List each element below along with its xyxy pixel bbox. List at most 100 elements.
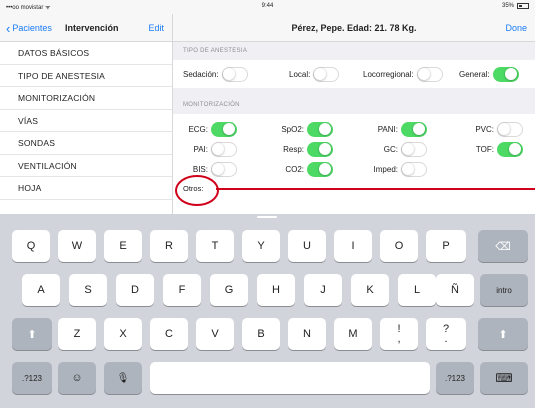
monitor-option: SpO2:: [281, 122, 333, 137]
key-c[interactable]: C: [150, 318, 188, 350]
option-label: PVC:: [475, 125, 494, 134]
key-b[interactable]: B: [242, 318, 280, 350]
section-item-datos-basicos[interactable]: DATOS BÁSICOS: [0, 42, 172, 65]
numbers-key-right[interactable]: .?123: [436, 362, 474, 394]
section-list: DATOS BÁSICOS TIPO DE ANESTESIA MONITORI…: [0, 42, 172, 200]
keyboard-grip: [257, 216, 277, 218]
shift-icon: ⬆: [27, 328, 37, 341]
shift-key-right[interactable]: ⬆: [478, 318, 528, 350]
key-n[interactable]: N: [288, 318, 326, 350]
emoji-icon: ☺: [71, 372, 83, 384]
anesthesia-option: Locorregional:: [363, 67, 443, 82]
key-glyph-bottom: ,: [397, 333, 401, 345]
emoji-key[interactable]: ☺: [58, 362, 96, 394]
section-item-vias[interactable]: VÍAS: [0, 110, 172, 132]
key-x[interactable]: X: [104, 318, 142, 350]
key-exclaim-comma-glyphs: ! ,: [397, 324, 401, 345]
section-item-ventilacion[interactable]: VENTILACIÓN: [0, 155, 172, 177]
monitor-option: CO2:: [285, 162, 333, 177]
locorregional-switch[interactable]: [416, 67, 443, 82]
section-item-sondas[interactable]: SONDAS: [0, 132, 172, 155]
otros-input[interactable]: [216, 188, 535, 190]
key-v[interactable]: V: [196, 318, 234, 350]
detail-nav-bar: Pérez, Pepe. Edad: 21. 78 Kg. Done: [173, 14, 535, 42]
section-item-hoja[interactable]: HOJA: [0, 177, 172, 200]
resp-switch[interactable]: [307, 142, 333, 157]
key-enye[interactable]: Ñ: [436, 274, 474, 306]
backspace-key[interactable]: ⌫: [478, 230, 528, 262]
key-u[interactable]: U: [288, 230, 326, 262]
key-z[interactable]: Z: [58, 318, 96, 350]
chevron-left-icon: ‹: [6, 20, 11, 36]
key-m[interactable]: M: [334, 318, 372, 350]
key-s[interactable]: S: [69, 274, 107, 306]
back-button[interactable]: ‹ Pacientes: [6, 20, 52, 36]
co2-switch[interactable]: [307, 162, 333, 177]
tof-switch[interactable]: [497, 142, 523, 157]
key-q[interactable]: Q: [12, 230, 50, 262]
key-e[interactable]: E: [104, 230, 142, 262]
return-key[interactable]: intro: [480, 274, 528, 306]
dictation-key[interactable]: 🎙: [104, 362, 142, 394]
key-j[interactable]: J: [304, 274, 342, 306]
monitor-option: TOF:: [476, 142, 523, 157]
bis-switch[interactable]: [211, 162, 237, 177]
section-item-tipo-anestesia[interactable]: TIPO DE ANESTESIA: [0, 65, 172, 87]
general-switch[interactable]: [492, 67, 519, 82]
shift-icon: ⬆: [498, 328, 508, 341]
key-f[interactable]: F: [163, 274, 201, 306]
key-exclaim-comma[interactable]: ! ,: [380, 318, 418, 350]
option-label: General:: [459, 70, 490, 79]
hide-keyboard-key[interactable]: ⌨: [480, 362, 528, 394]
key-a[interactable]: A: [22, 274, 60, 306]
anesthesia-option: General:: [459, 67, 519, 82]
microphone-icon: 🎙: [116, 372, 130, 384]
key-o[interactable]: O: [380, 230, 418, 262]
spo2-switch[interactable]: [307, 122, 333, 137]
keyboard-hide-icon: ⌨: [495, 371, 513, 385]
monitor-option: PAI:: [193, 142, 237, 157]
option-label: Resp:: [283, 145, 304, 154]
option-label: Locorregional:: [363, 70, 414, 79]
key-h[interactable]: H: [257, 274, 295, 306]
local-switch[interactable]: [313, 67, 340, 82]
key-k[interactable]: K: [351, 274, 389, 306]
patient-title: Pérez, Pepe. Edad: 21. 78 Kg.: [291, 23, 417, 33]
master-pane: ‹ Pacientes Intervención Edit DATOS BÁSI…: [0, 14, 173, 214]
back-label: Pacientes: [12, 23, 52, 33]
key-question-period-glyphs: ? .: [443, 324, 449, 345]
anesthesia-option: Sedación:: [183, 67, 248, 82]
key-d[interactable]: D: [116, 274, 154, 306]
key-question-period[interactable]: ? .: [426, 318, 466, 350]
battery-icon: [517, 3, 529, 9]
section-item-monitorizacion[interactable]: MONITORIZACIÓN: [0, 87, 172, 110]
key-p[interactable]: P: [426, 230, 466, 262]
gc-switch[interactable]: [401, 142, 427, 157]
key-t[interactable]: T: [196, 230, 234, 262]
imped-switch[interactable]: [401, 162, 427, 177]
monitor-option: PANI:: [378, 122, 427, 137]
option-label: BIS:: [192, 165, 208, 174]
sedacion-switch[interactable]: [221, 67, 248, 82]
monitor-option: GC:: [384, 142, 427, 157]
key-g[interactable]: G: [210, 274, 248, 306]
anesthesia-row: Sedación: Local: Locorregional: General:: [173, 60, 535, 88]
monitor-option: Imped:: [374, 162, 427, 177]
shift-key-left[interactable]: ⬆: [12, 318, 52, 350]
option-label: SpO2:: [281, 125, 304, 134]
pani-switch[interactable]: [401, 122, 427, 137]
key-r[interactable]: R: [150, 230, 188, 262]
key-w[interactable]: W: [58, 230, 96, 262]
pvc-switch[interactable]: [497, 122, 523, 137]
edit-button[interactable]: Edit: [148, 23, 164, 33]
done-button[interactable]: Done: [505, 23, 527, 33]
key-y[interactable]: Y: [242, 230, 280, 262]
numbers-key-left[interactable]: .?123: [12, 362, 52, 394]
ecg-switch[interactable]: [211, 122, 237, 137]
space-bar[interactable]: [150, 362, 430, 394]
key-i[interactable]: I: [334, 230, 372, 262]
pai-switch[interactable]: [211, 142, 237, 157]
key-l[interactable]: L: [398, 274, 436, 306]
clock: 9:44: [261, 3, 274, 9]
monitor-option: PVC:: [475, 122, 523, 137]
